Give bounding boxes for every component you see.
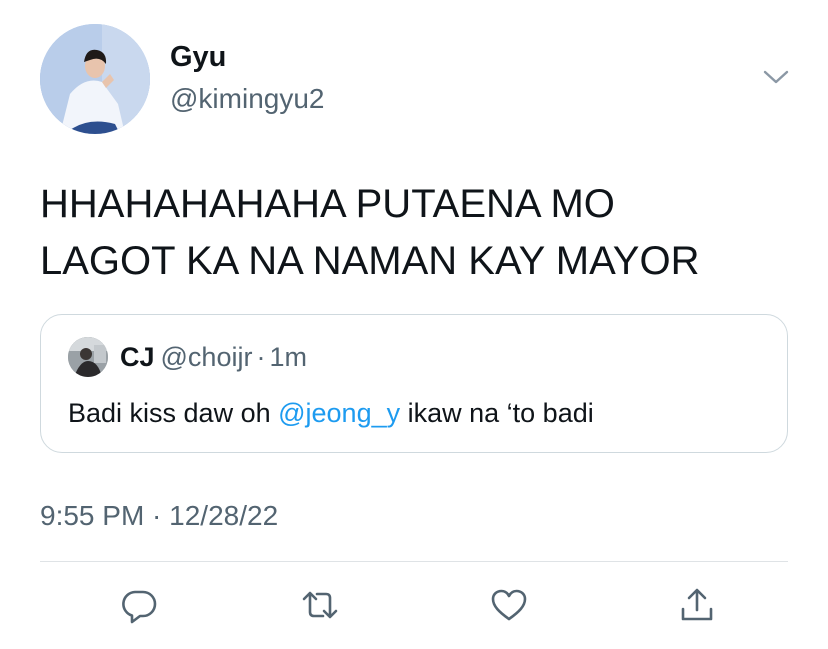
quoted-author-name[interactable]: CJ [120,342,155,372]
chevron-down-icon [763,70,789,84]
like-button[interactable] [489,585,529,625]
separator-dot: · [256,342,266,372]
author-handle[interactable]: @kimingyu2 [170,83,324,115]
quoted-tweet-card[interactable]: CJ @choijr · 1m Badi kiss daw oh @jeong_y i… [40,314,788,453]
like-icon [491,589,527,621]
retweet-icon [302,591,338,619]
retweet-button[interactable] [300,585,340,625]
quoted-text-after: ikaw na ‘to badi [400,398,594,428]
quoted-tweet-header: CJ @choijr · 1m [120,342,307,373]
author-avatar[interactable] [40,24,150,134]
mention-link[interactable]: @jeong_y [278,398,400,428]
divider [40,561,788,562]
share-icon [681,588,713,621]
author-display-name[interactable]: Gyu [170,41,226,74]
quoted-tweet-time[interactable]: 1m [269,342,307,372]
quoted-author-avatar[interactable] [68,337,108,377]
quoted-tweet-text: Badi kiss daw oh @jeong_y ikaw na ‘to ba… [68,398,594,429]
quoted-author-handle[interactable]: @choijr [161,342,253,372]
quoted-author-avatar-image [68,337,108,377]
quoted-text-before: Badi kiss daw oh [68,398,279,428]
author-avatar-image [40,24,150,134]
tweet-text: HHAHAHAHAHA PUTAENA MO LAGOT KA NA NAMAN… [40,182,700,283]
more-options-caret[interactable] [762,66,790,88]
reply-icon [122,590,157,624]
share-button[interactable] [677,585,717,625]
reply-button[interactable] [119,585,159,625]
tweet-timestamp[interactable]: 9:55 PM · 12/28/22 [40,500,278,532]
